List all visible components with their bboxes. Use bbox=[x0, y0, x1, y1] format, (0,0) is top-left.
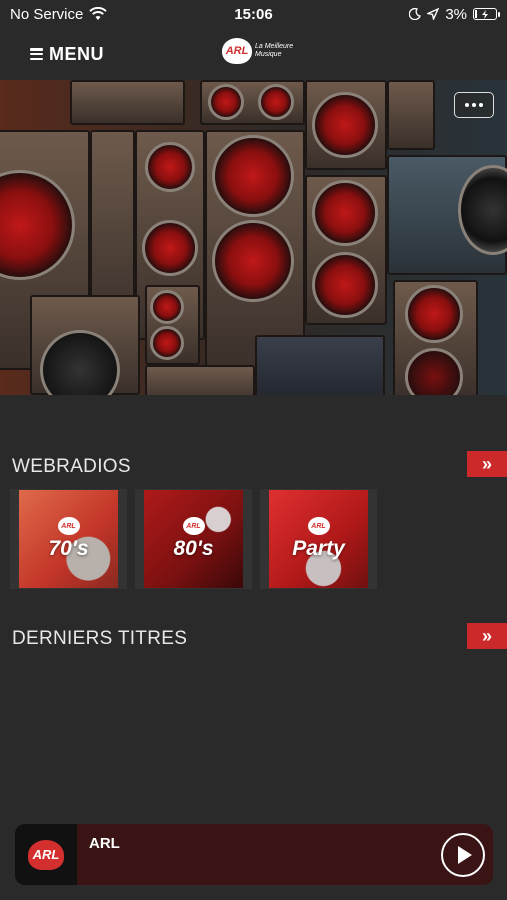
webradio-cover: ARL Party bbox=[269, 490, 368, 588]
webradios-title: WEBRADIOS bbox=[12, 456, 131, 477]
webradio-cover: ARL 80's bbox=[144, 490, 243, 588]
carrier-label: No Service bbox=[10, 5, 84, 23]
player-title: ARL bbox=[89, 835, 120, 852]
player-logo: ARL bbox=[28, 839, 64, 870]
app-logo: ARL La Meilleure Musique bbox=[222, 38, 293, 64]
card-label: 80's bbox=[173, 537, 214, 560]
derniers-titres-title: DERNIERS TITRES bbox=[12, 628, 188, 649]
menu-button[interactable]: MENU bbox=[30, 44, 104, 65]
logo-tagline-line2: Musique bbox=[255, 51, 282, 58]
play-button[interactable] bbox=[441, 833, 485, 877]
card-logo: ARL bbox=[307, 517, 330, 535]
webradios-more-button[interactable]: » bbox=[467, 451, 507, 477]
location-arrow-icon bbox=[427, 8, 440, 20]
menu-label: MENU bbox=[49, 43, 104, 64]
hamburger-icon bbox=[30, 48, 43, 60]
status-right: 3% bbox=[327, 5, 500, 23]
wifi-icon bbox=[89, 7, 108, 20]
card-label: Party bbox=[292, 537, 345, 560]
card-logo: ARL bbox=[182, 517, 205, 535]
logo-tagline-line1: La Meilleure bbox=[255, 43, 294, 50]
webradio-list: ARL 70's ARL 80's ARL Party bbox=[10, 489, 377, 589]
player-artwork: ARL bbox=[15, 824, 77, 885]
status-time: 15:06 bbox=[234, 5, 273, 23]
battery-percent: 3% bbox=[445, 5, 467, 23]
card-label: 70's bbox=[48, 537, 89, 560]
status-bar: No Service 15:06 3% bbox=[0, 0, 507, 28]
logo-mark: ARL bbox=[222, 38, 252, 64]
logo-tagline: La Meilleure Musique bbox=[255, 43, 293, 59]
webradio-card-80s[interactable]: ARL 80's bbox=[135, 489, 252, 589]
hero-image bbox=[0, 80, 507, 395]
mini-player[interactable]: ARL ARL bbox=[15, 824, 493, 885]
status-left: No Service bbox=[10, 6, 180, 23]
card-logo: ARL bbox=[57, 517, 80, 535]
webradio-card-70s[interactable]: ARL 70's bbox=[10, 489, 127, 589]
derniers-titres-more-button[interactable]: » bbox=[467, 623, 507, 649]
battery-icon bbox=[473, 8, 500, 20]
more-options-button[interactable] bbox=[454, 92, 494, 118]
webradio-card-party[interactable]: ARL Party bbox=[260, 489, 377, 589]
webradio-cover: ARL 70's bbox=[19, 490, 118, 588]
nav-bar: MENU ARL La Meilleure Musique bbox=[0, 28, 507, 80]
moon-icon bbox=[409, 8, 422, 20]
